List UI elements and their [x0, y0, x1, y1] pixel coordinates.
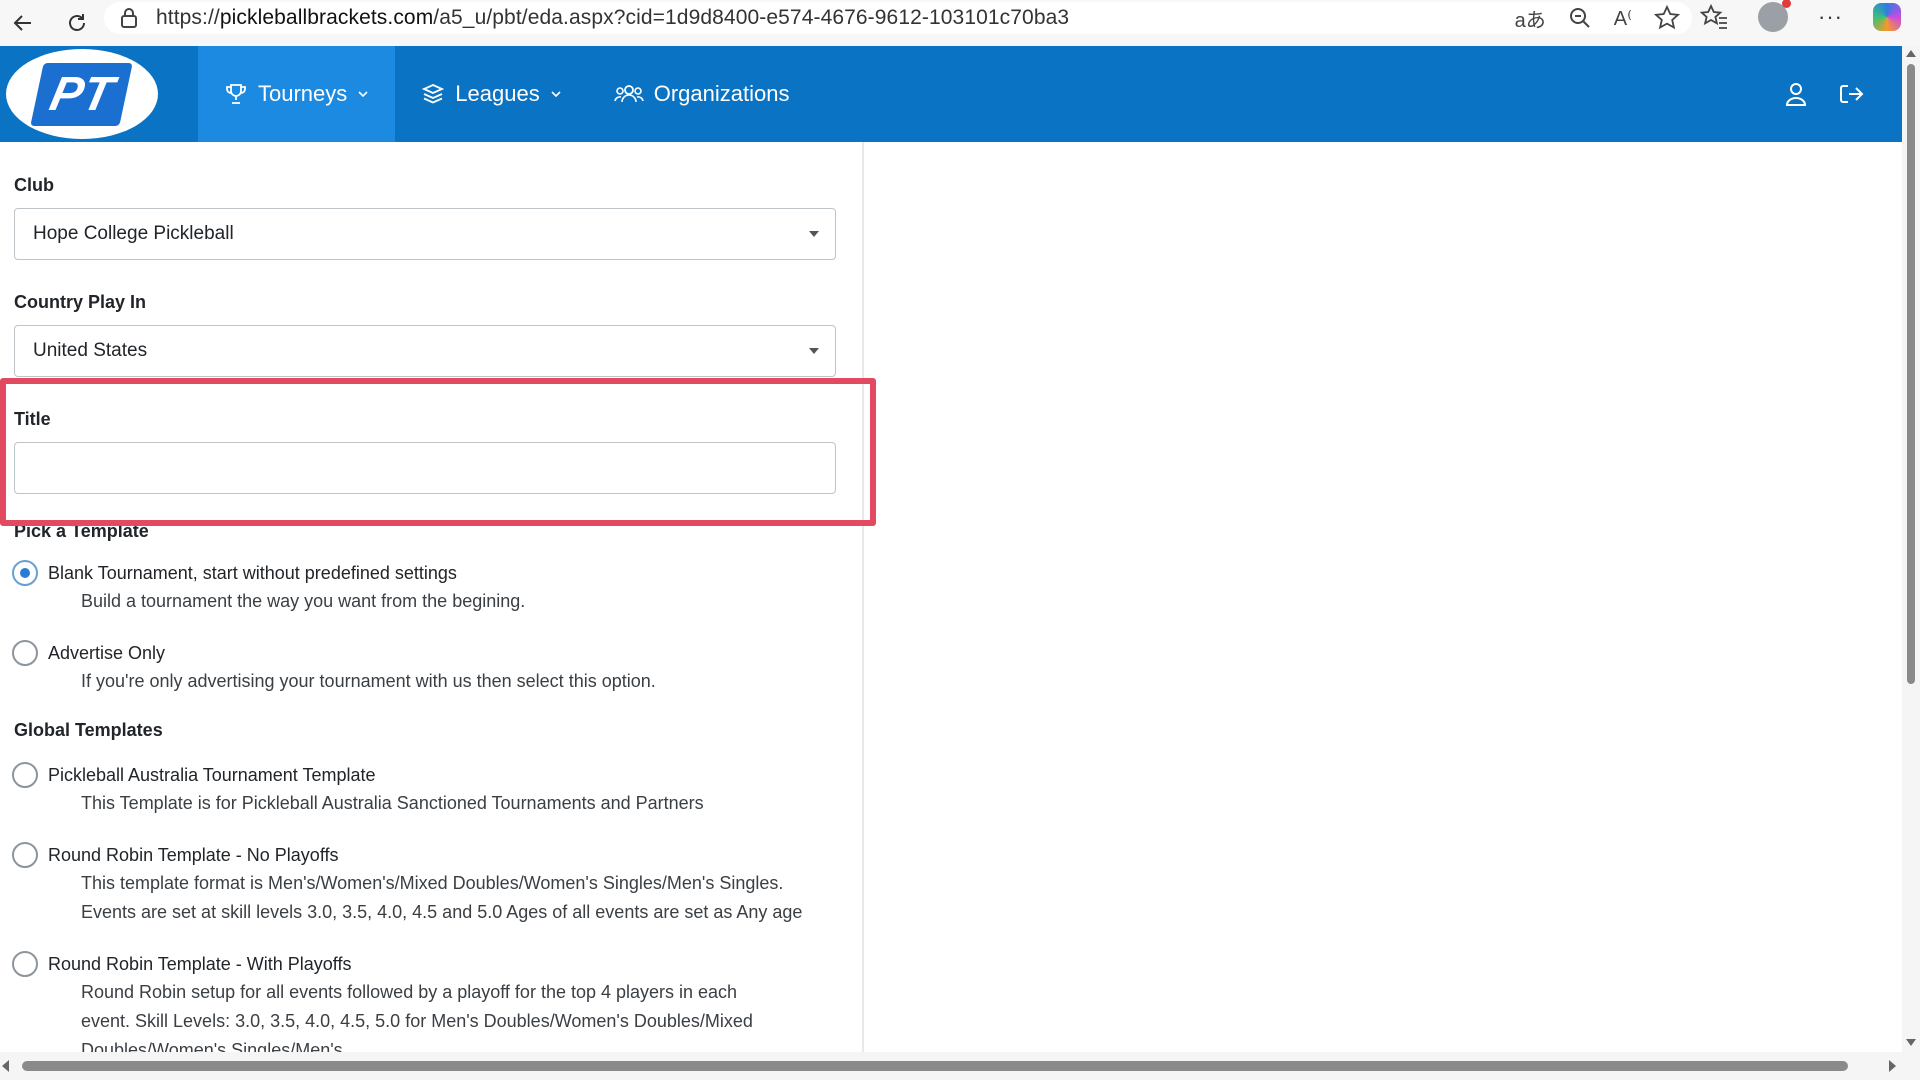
- option-description: event. Skill Levels: 3.0, 3.5, 4.0, 4.5,…: [81, 1007, 753, 1036]
- club-label: Club: [14, 175, 54, 196]
- layers-icon: [421, 82, 445, 106]
- global-templates-heading: Global Templates: [14, 720, 163, 741]
- radio-advertise-only[interactable]: [12, 640, 38, 666]
- sign-out-icon[interactable]: [1838, 82, 1864, 106]
- nav-leagues[interactable]: Leagues: [395, 46, 587, 142]
- main-nav: Tourneys Leagues Organizations: [198, 46, 815, 142]
- country-select-value: United States: [33, 340, 147, 362]
- users-icon: [614, 82, 644, 106]
- chevron-down-icon: [357, 88, 369, 100]
- caret-down-icon: [809, 348, 819, 354]
- browser-toolbar: https://pickleballbrackets.com/a5_u/pbt/…: [0, 0, 1920, 46]
- option-label: Pickleball Australia Tournament Template: [48, 765, 376, 786]
- more-options-icon[interactable]: ···: [1818, 4, 1843, 30]
- option-round-robin-with-playoffs[interactable]: Round Robin Template - With Playoffs: [12, 951, 352, 977]
- club-select-value: Hope College Pickleball: [33, 223, 234, 245]
- option-description: Events are set at skill levels 3.0, 3.5,…: [81, 898, 802, 927]
- scroll-left-arrow-icon[interactable]: [2, 1060, 9, 1072]
- back-button[interactable]: [0, 0, 46, 46]
- horizontal-scroll-thumb[interactable]: [22, 1061, 1848, 1071]
- trophy-icon: [224, 82, 248, 106]
- option-label: Blank Tournament, start without predefin…: [48, 563, 457, 584]
- radio-round-robin-no-playoffs[interactable]: [12, 842, 38, 868]
- club-select[interactable]: Hope College Pickleball: [14, 208, 836, 260]
- option-label: Round Robin Template - With Playoffs: [48, 954, 352, 975]
- nav-organizations-label: Organizations: [654, 81, 790, 107]
- profile-avatar[interactable]: [1758, 2, 1788, 32]
- option-pickleball-australia[interactable]: Pickleball Australia Tournament Template: [12, 762, 376, 788]
- zoom-out-icon[interactable]: [1568, 6, 1592, 30]
- address-bar[interactable]: https://pickleballbrackets.com/a5_u/pbt/…: [104, 2, 1692, 34]
- option-label: Round Robin Template - No Playoffs: [48, 845, 339, 866]
- vertical-scroll-thumb[interactable]: [1907, 64, 1915, 684]
- option-advertise-only[interactable]: Advertise Only: [12, 640, 165, 666]
- translate-icon[interactable]: aあ: [1515, 4, 1546, 33]
- vertical-scrollbar[interactable]: [1902, 46, 1920, 1052]
- option-description: Round Robin setup for all events followe…: [81, 978, 737, 1007]
- site-header: PT Tourneys Leagues Organizations: [0, 46, 1902, 142]
- star-icon[interactable]: [1654, 5, 1680, 31]
- caret-down-icon: [809, 231, 819, 237]
- horizontal-scrollbar[interactable]: [0, 1052, 1920, 1080]
- scroll-up-arrow-icon[interactable]: [1906, 50, 1916, 57]
- nav-leagues-label: Leagues: [455, 81, 539, 107]
- country-label: Country Play In: [14, 292, 146, 313]
- nav-organizations[interactable]: Organizations: [588, 46, 816, 142]
- column-divider: [862, 142, 864, 1052]
- chevron-down-icon: [550, 88, 562, 100]
- option-description: If you're only advertising your tourname…: [81, 667, 656, 696]
- option-description: This template format is Men's/Women's/Mi…: [81, 869, 783, 898]
- option-blank-tournament[interactable]: Blank Tournament, start without predefin…: [12, 560, 457, 586]
- radio-blank-tournament[interactable]: [12, 560, 38, 586]
- read-aloud-icon[interactable]: A⁽: [1614, 6, 1632, 31]
- site-logo[interactable]: PT: [6, 49, 158, 139]
- radio-round-robin-with-playoffs[interactable]: [12, 951, 38, 977]
- radio-pickleball-australia[interactable]: [12, 762, 38, 788]
- logo-text: PT: [31, 63, 134, 126]
- title-highlight-box: [0, 378, 876, 526]
- url-text: https://pickleballbrackets.com/a5_u/pbt/…: [156, 6, 1069, 30]
- option-description: This Template is for Pickleball Australi…: [81, 789, 704, 818]
- refresh-button[interactable]: [54, 0, 100, 46]
- option-round-robin-no-playoffs[interactable]: Round Robin Template - No Playoffs: [12, 842, 339, 868]
- option-label: Advertise Only: [48, 643, 165, 664]
- scroll-down-arrow-icon[interactable]: [1906, 1039, 1916, 1046]
- favorites-icon[interactable]: [1700, 4, 1728, 30]
- refresh-icon: [65, 11, 89, 35]
- option-description: Build a tournament the way you want from…: [81, 587, 525, 616]
- user-icon[interactable]: [1784, 81, 1808, 107]
- arrow-left-icon: [12, 12, 34, 34]
- copilot-icon[interactable]: [1873, 3, 1901, 31]
- option-description: Doubles/Women's Singles/Men's: [81, 1036, 343, 1052]
- lock-icon: [116, 7, 142, 29]
- nav-tourneys-label: Tourneys: [258, 81, 347, 107]
- page-content: Club Hope College Pickleball Country Pla…: [0, 142, 1902, 1052]
- country-select[interactable]: United States: [14, 325, 836, 377]
- scroll-right-arrow-icon[interactable]: [1889, 1060, 1896, 1072]
- nav-tourneys[interactable]: Tourneys: [198, 46, 395, 142]
